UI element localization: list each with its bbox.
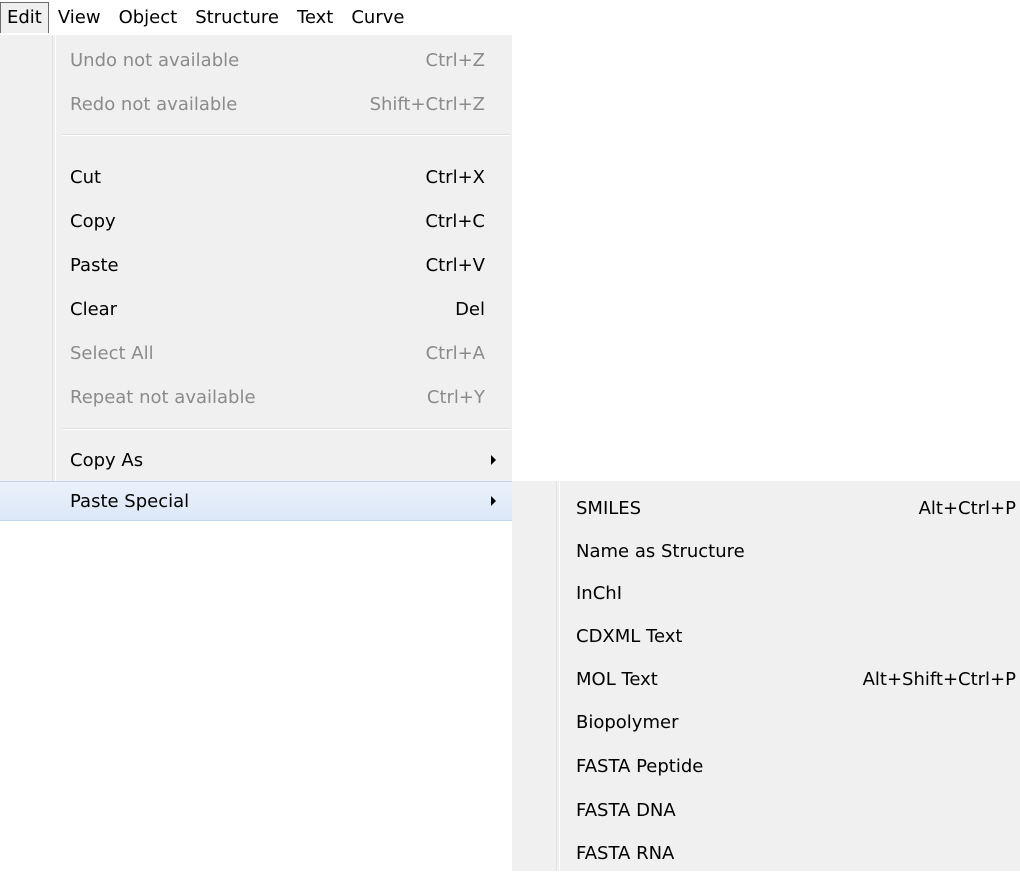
menu-item-paste[interactable]: Paste Ctrl+V	[0, 245, 512, 285]
submenu-arrow-icon	[491, 455, 496, 465]
menu-item-label: FASTA Peptide	[576, 755, 704, 777]
menu-curve[interactable]: Curve	[342, 3, 413, 33]
menu-item-clear[interactable]: Clear Del	[0, 289, 512, 329]
menu-bar: Edit View Object Structure Text Curve	[0, 0, 512, 35]
menu-item-label: Redo not available	[70, 93, 238, 115]
menu-item-select-all[interactable]: Select All Ctrl+A	[0, 333, 512, 373]
menu-item-label: CDXML Text	[576, 625, 683, 647]
menu-item-cut[interactable]: Cut Ctrl+X	[0, 157, 512, 197]
menu-item-label: SMILES	[576, 497, 642, 519]
menu-item-label: Cut	[70, 166, 102, 188]
menu-item-label: Paste	[70, 254, 119, 276]
menu-object[interactable]: Object	[110, 3, 187, 33]
menu-item-paste-special[interactable]: Paste Special	[0, 481, 512, 521]
menu-item-label: Select All	[70, 342, 154, 364]
menu-item-shortcut: Ctrl+C	[425, 210, 485, 232]
menu-item-copy[interactable]: Copy Ctrl+C	[0, 201, 512, 241]
menu-item-shortcut: Del	[455, 298, 485, 320]
menu-item-shortcut: Ctrl+Z	[425, 49, 485, 71]
menu-item-label: FASTA RNA	[576, 842, 675, 864]
menu-structure[interactable]: Structure	[186, 3, 288, 33]
menu-item-shortcut: Alt+Shift+Ctrl+P	[862, 668, 1016, 690]
menu-item-label: InChI	[576, 582, 623, 604]
menu-item-repeat[interactable]: Repeat not available Ctrl+Y	[0, 377, 512, 417]
menu-item-undo[interactable]: Undo not available Ctrl+Z	[0, 40, 512, 80]
menu-item-label: Name as Structure	[576, 540, 745, 562]
submenu-item-cdxml-text[interactable]: CDXML Text	[512, 616, 1020, 656]
menu-item-redo[interactable]: Redo not available Shift+Ctrl+Z	[0, 84, 512, 124]
menu-text[interactable]: Text	[288, 3, 342, 33]
menu-separator	[62, 428, 510, 430]
menu-item-label: FASTA DNA	[576, 799, 676, 821]
submenu-item-fasta-rna[interactable]: FASTA RNA	[512, 833, 1020, 873]
menu-item-label: MOL Text	[576, 668, 658, 690]
menu-edit[interactable]: Edit	[0, 2, 49, 33]
submenu-item-fasta-dna[interactable]: FASTA DNA	[512, 790, 1020, 830]
edit-menu: Undo not available Ctrl+Z Redo not avail…	[0, 35, 512, 521]
submenu-item-inchi[interactable]: InChI	[512, 573, 1020, 613]
menu-item-shortcut: Ctrl+A	[425, 342, 485, 364]
submenu-item-mol-text[interactable]: MOL Text Alt+Shift+Ctrl+P	[512, 659, 1020, 699]
menu-separator	[62, 134, 510, 136]
menu-item-label: Copy	[70, 210, 116, 232]
menu-item-shortcut: Ctrl+V	[425, 254, 485, 276]
menu-item-shortcut: Alt+Ctrl+P	[918, 497, 1016, 519]
menu-item-label: Undo not available	[70, 49, 240, 71]
menu-item-copy-as[interactable]: Copy As	[0, 440, 512, 480]
menu-item-label: Copy As	[70, 449, 144, 471]
menu-item-shortcut: Ctrl+X	[425, 166, 485, 188]
menu-item-label: Biopolymer	[576, 711, 679, 733]
submenu-item-smiles[interactable]: SMILES Alt+Ctrl+P	[512, 488, 1020, 528]
menu-item-label: Paste Special	[70, 490, 190, 512]
menu-view[interactable]: View	[49, 3, 110, 33]
menu-item-label: Clear	[70, 298, 118, 320]
menu-item-shortcut: Ctrl+Y	[426, 386, 485, 408]
submenu-item-name-as-structure[interactable]: Name as Structure	[512, 531, 1020, 571]
menu-item-label: Repeat not available	[70, 386, 256, 408]
submenu-arrow-icon	[491, 496, 496, 506]
menu-item-shortcut: Shift+Ctrl+Z	[369, 93, 485, 115]
paste-special-submenu: SMILES Alt+Ctrl+P Name as Structure InCh…	[512, 481, 1020, 871]
submenu-item-biopolymer[interactable]: Biopolymer	[512, 702, 1020, 742]
submenu-item-fasta-peptide[interactable]: FASTA Peptide	[512, 746, 1020, 786]
